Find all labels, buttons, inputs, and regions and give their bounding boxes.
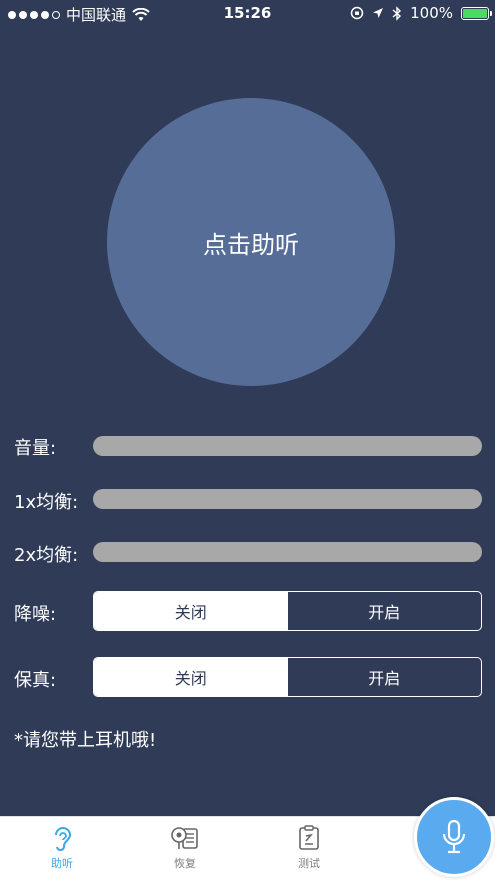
noise-off-option[interactable]: 关闭	[94, 592, 288, 630]
battery-icon	[461, 6, 492, 20]
eq1-label: 1x均衡:	[14, 492, 79, 513]
noise-on-option[interactable]: 开启	[288, 592, 482, 630]
ear-icon	[55, 827, 72, 851]
tab-recovery[interactable]: 恢复	[145, 825, 225, 871]
eq2-slider[interactable]	[93, 542, 482, 562]
fidelity-toggle: 关闭 开启	[93, 657, 482, 697]
tab-hearing[interactable]: 助听	[22, 825, 102, 871]
eq1-slider[interactable]	[93, 489, 482, 509]
tab-test[interactable]: 测试	[269, 825, 349, 871]
tab-recovery-label: 恢复	[174, 857, 196, 870]
microphone-icon	[442, 819, 466, 854]
volume-slider[interactable]	[93, 436, 482, 456]
tab-hearing-label: 助听	[51, 857, 73, 870]
fidelity-label: 保真:	[14, 670, 57, 691]
recovery-icon	[171, 827, 198, 849]
status-right: 100%	[350, 4, 492, 22]
tab-test-label: 测试	[298, 857, 320, 870]
hearing-aid-button[interactable]: 点击助听	[107, 98, 395, 386]
eq2-label: 2x均衡:	[14, 545, 79, 566]
bluetooth-icon	[392, 5, 402, 21]
status-bar: 中国联通 15:26 100%	[0, 0, 495, 28]
microphone-button[interactable]	[414, 797, 494, 877]
test-clipboard-icon	[299, 825, 319, 850]
fidelity-on-option[interactable]: 开启	[288, 658, 482, 696]
battery-percent: 100%	[410, 4, 453, 22]
rotation-lock-icon	[350, 6, 364, 20]
location-icon	[373, 8, 384, 18]
fidelity-off-option[interactable]: 关闭	[94, 658, 288, 696]
noise-reduction-toggle: 关闭 开启	[93, 591, 482, 631]
noise-reduction-label: 降噪:	[14, 604, 57, 625]
headphone-notice: *请您带上耳机哦!	[14, 730, 157, 751]
volume-label: 音量:	[14, 438, 57, 459]
